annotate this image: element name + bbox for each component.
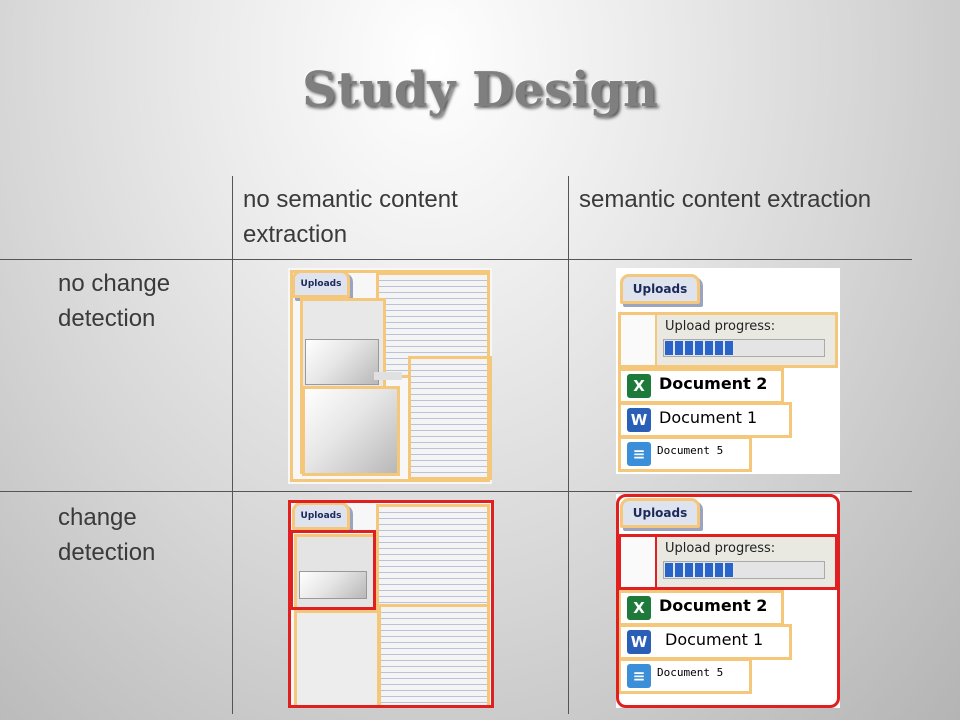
grid-divider — [568, 176, 569, 714]
word-icon: W — [627, 408, 651, 432]
document-item-excel: X Document 2 — [618, 368, 784, 404]
screenshot-semantic: Uploads Upload progress: X Document 2 W … — [616, 268, 840, 474]
progress-label: Upload progress: — [665, 319, 776, 334]
document-item-notepad: ≡ Document 5 — [618, 436, 752, 472]
change-highlight-border — [616, 494, 840, 708]
row-header-change: change detection — [58, 504, 156, 566]
grid-divider — [0, 259, 912, 260]
uploads-tab: Uploads — [620, 274, 700, 304]
change-highlight-border — [288, 500, 494, 708]
grid-divider — [232, 176, 233, 714]
progress-bar — [663, 339, 825, 357]
excel-icon: X — [627, 374, 651, 398]
notepad-icon: ≡ — [627, 442, 651, 466]
slide-title: Study Design — [302, 62, 658, 118]
upload-progress-panel: Upload progress: — [618, 312, 838, 368]
row-header-no-change: no change detection — [58, 270, 171, 332]
screenshot-plain: Uploads — [288, 268, 492, 484]
screenshot-plain-highlighted: Uploads — [288, 500, 494, 708]
column-header-no-semantic: no semantic content extraction — [243, 186, 458, 248]
document-item-word: W Document 1 — [618, 402, 792, 438]
column-header-semantic: semantic content extraction — [579, 186, 872, 213]
grid-divider — [0, 491, 912, 492]
screenshot-semantic-highlighted: Uploads Upload progress: X Document 2 W … — [616, 494, 840, 708]
